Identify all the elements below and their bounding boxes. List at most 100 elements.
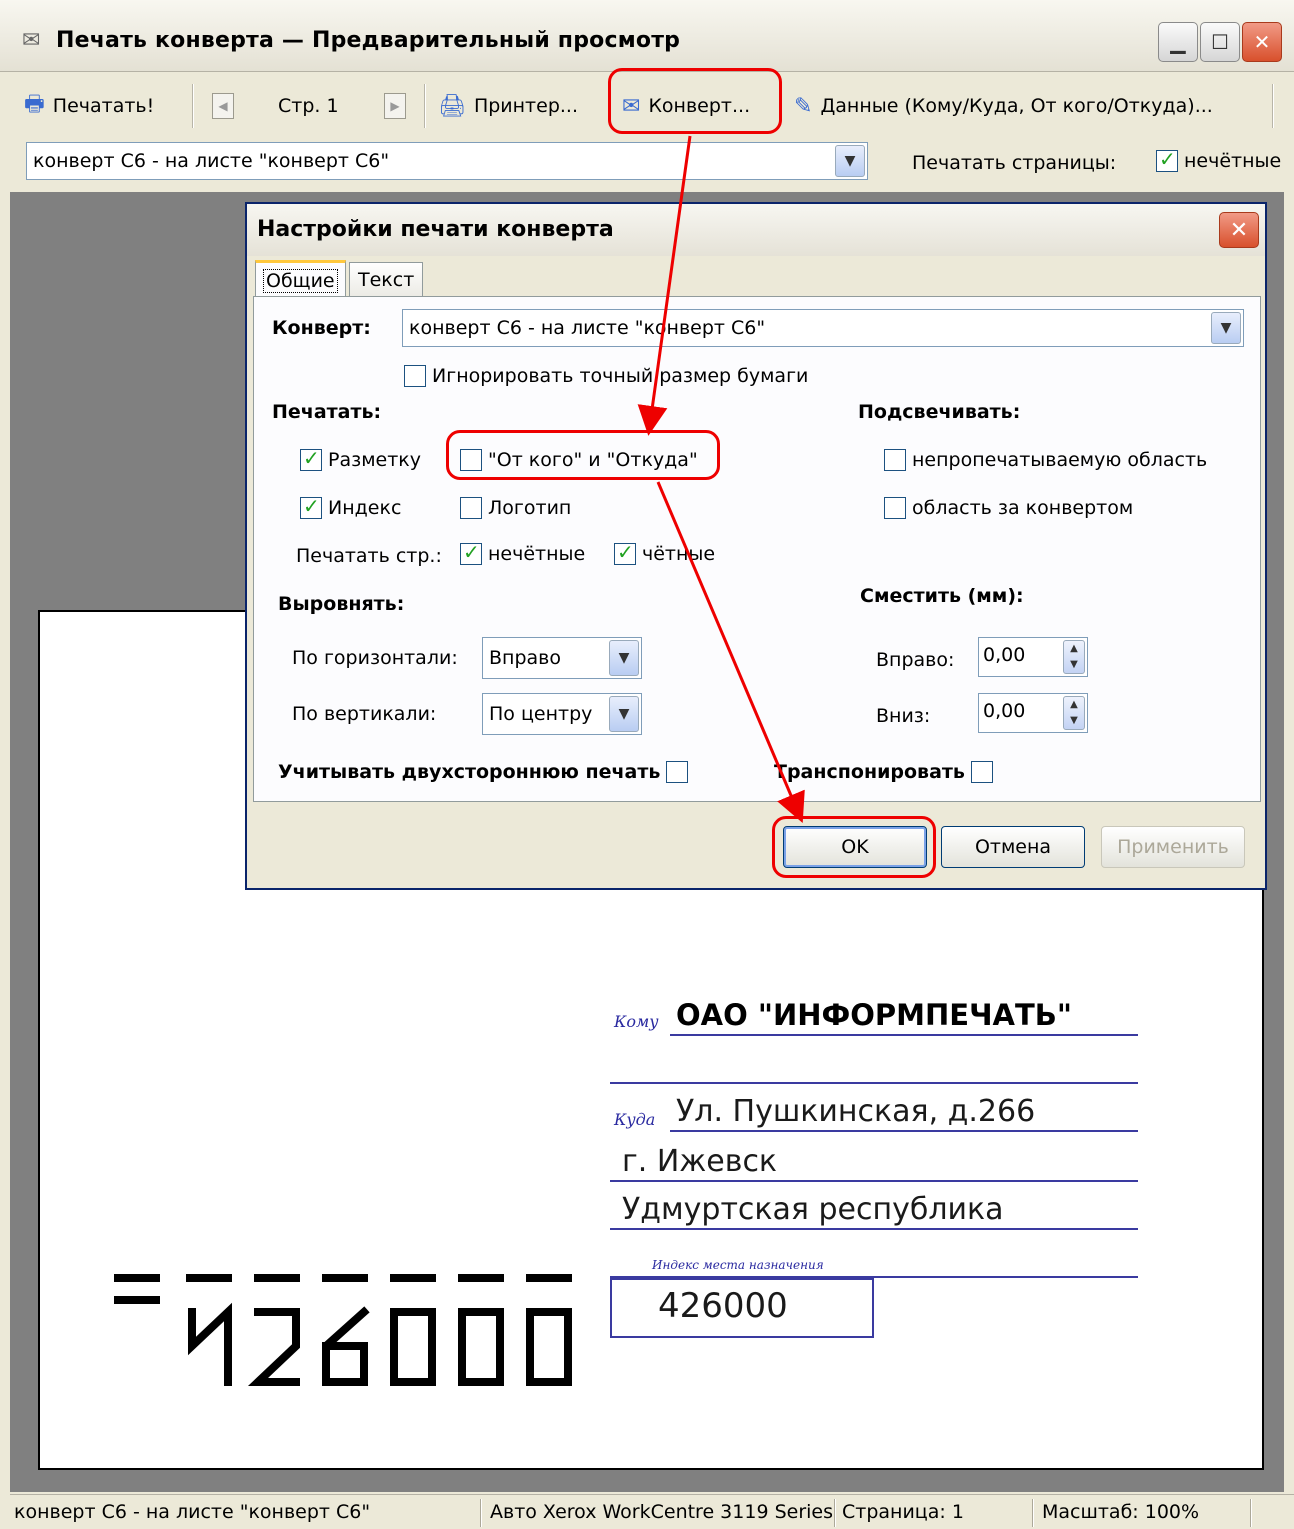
checkbox-checked-icon[interactable]	[460, 540, 482, 565]
ignore-size-checkbox[interactable]: Игнорировать точный размер бумаги	[404, 365, 808, 387]
chevron-down-icon[interactable]: ▼	[609, 696, 639, 732]
align-heading: Выровнять:	[278, 593, 405, 615]
print-pages-label: Печатать страницы:	[912, 152, 1117, 174]
cancel-button[interactable]: Отмена	[941, 826, 1085, 868]
envelope-field-label: Конверт:	[272, 317, 371, 339]
nonprint-checkbox[interactable]: непропечатываемую область	[884, 449, 1207, 471]
checkbox-icon[interactable]	[404, 365, 426, 387]
even-label: чётные	[642, 543, 716, 565]
highlight-heading: Подсвечивать:	[858, 401, 1021, 423]
address-line	[670, 1130, 1138, 1132]
chevron-down-icon[interactable]: ▼	[609, 640, 639, 676]
envelope-selector-row: конверт С6 - на листе "конверт С6" ▼ Печ…	[0, 140, 1294, 190]
horiz-label: По горизонтали:	[292, 647, 458, 669]
markup-checkbox[interactable]: Разметку	[300, 446, 422, 471]
duplex-checkbox[interactable]: Учитывать двухстороннюю печать	[278, 761, 689, 783]
shift-right-input[interactable]: 0,00 ▲ ▼	[978, 637, 1088, 677]
printer-icon: 🖶	[24, 92, 45, 117]
arrow-left-icon: ◀	[212, 93, 234, 119]
vert-select[interactable]: По центру ▼	[482, 693, 642, 735]
minimize-button[interactable]: ▁	[1158, 22, 1198, 62]
annotation-from-highlight	[446, 430, 720, 480]
tab-text-label: Текст	[358, 268, 415, 291]
horiz-value: Вправо	[489, 647, 561, 669]
index-value: 426000	[658, 1286, 788, 1326]
printer-setup-label: Принтер...	[473, 95, 578, 117]
edit-icon: ✎	[794, 93, 813, 119]
address-line	[670, 1034, 1138, 1036]
dialog-odd-checkbox[interactable]: нечётные	[460, 540, 585, 565]
envelope-select[interactable]: конверт С6 - на листе "конверт С6" ▼	[26, 142, 868, 180]
status-separator	[1250, 1499, 1252, 1527]
printer-setup-button[interactable]: 🖨 Принтер...	[438, 86, 578, 126]
shift-right-label: Вправо:	[876, 649, 955, 671]
dialog-envelope-value: конверт С6 - на листе "конверт С6"	[409, 317, 766, 339]
toolbar-separator	[192, 84, 194, 128]
annotation-ok-highlight	[772, 816, 936, 878]
tab-text[interactable]: Текст	[349, 262, 424, 296]
apply-label: Применить	[1117, 836, 1229, 858]
odd-pages-label: нечётные	[1184, 150, 1282, 172]
close-button[interactable]: ✕	[1242, 22, 1282, 62]
envelope-select-value: конверт С6 - на листе "конверт С6"	[33, 150, 390, 172]
odd-pages-checkbox[interactable]: нечётные	[1156, 147, 1282, 172]
shift-down-input[interactable]: 0,00 ▲ ▼	[978, 693, 1088, 733]
printer-setup-icon: 🖨	[438, 93, 466, 119]
index-box: 426000	[610, 1278, 874, 1338]
maximize-button[interactable]: ☐	[1200, 22, 1240, 62]
nonprint-label: непропечатываемую область	[912, 449, 1208, 471]
postal-index-marks	[114, 1274, 572, 1386]
status-separator	[834, 1499, 836, 1527]
outside-checkbox[interactable]: область за конвертом	[884, 497, 1133, 519]
spinner-icon[interactable]: ▲ ▼	[1063, 640, 1085, 674]
apply-button[interactable]: Применить	[1101, 826, 1245, 868]
address-line	[610, 1228, 1138, 1230]
index-checkbox[interactable]: Индекс	[300, 494, 402, 519]
status-page: Страница: 1	[842, 1501, 964, 1523]
chevron-down-icon[interactable]: ▼	[835, 145, 865, 177]
print-heading: Печатать:	[272, 401, 382, 423]
dialog-print-pages-label: Печатать стр.:	[296, 545, 442, 567]
data-button[interactable]: ✎ Данные (Кому/Куда, От кого/Откуда)...	[794, 86, 1213, 126]
status-separator	[1032, 1499, 1034, 1527]
status-zoom: Масштаб: 100%	[1042, 1501, 1200, 1523]
spinner-icon[interactable]: ▲ ▼	[1063, 696, 1085, 730]
checkbox-icon[interactable]	[884, 449, 906, 471]
dialog-envelope-select[interactable]: конверт С6 - на листе "конверт С6" ▼	[402, 309, 1244, 347]
arrow-right-icon: ▶	[384, 93, 406, 119]
checkbox-icon[interactable]	[666, 761, 689, 783]
toolbar-separator	[424, 84, 426, 128]
checkbox-checked-icon[interactable]	[300, 494, 322, 519]
prev-page-button[interactable]: ◀	[212, 86, 234, 126]
next-page-button[interactable]: ▶	[384, 86, 406, 126]
outside-label: область за конвертом	[912, 497, 1134, 519]
general-tab-panel: Конверт: конверт С6 - на листе "конверт …	[253, 296, 1261, 802]
shift-down-value: 0,00	[983, 700, 1026, 722]
dialog-close-button[interactable]: ✕	[1219, 212, 1259, 248]
checkbox-icon[interactable]	[460, 497, 482, 519]
transpose-checkbox[interactable]: Транспонировать	[774, 761, 993, 783]
toolbar-separator	[1272, 84, 1274, 128]
to-value: ОАО "ИНФОРМПЕЧАТЬ"	[676, 998, 1072, 1032]
chevron-down-icon[interactable]: ▼	[1211, 312, 1241, 344]
data-button-label: Данные (Кому/Куда, От кого/Откуда)...	[820, 95, 1213, 117]
checkbox-checked-icon[interactable]	[300, 446, 322, 471]
markup-label: Разметку	[328, 449, 422, 471]
vert-label: По вертикали:	[292, 703, 437, 725]
postal-index-code	[114, 1274, 572, 1386]
even-checkbox[interactable]: чётные	[614, 540, 716, 565]
index-label: Индекс	[328, 497, 402, 519]
checkbox-icon[interactable]	[970, 761, 993, 783]
annotation-envelope-highlight	[608, 68, 782, 134]
print-button[interactable]: 🖶 Печатать!	[24, 86, 154, 126]
horiz-select[interactable]: Вправо ▼	[482, 637, 642, 679]
checkbox-icon[interactable]	[884, 497, 906, 519]
app-icon: ✉	[22, 28, 41, 53]
checkbox-checked-icon[interactable]	[1156, 147, 1178, 172]
tab-general[interactable]: Общие	[255, 260, 346, 298]
address-line-3: Удмуртская республика	[622, 1192, 1004, 1227]
logo-checkbox[interactable]: Логотип	[460, 497, 571, 519]
address-line	[610, 1180, 1138, 1182]
shift-down-label: Вниз:	[876, 705, 931, 727]
checkbox-checked-icon[interactable]	[614, 540, 636, 565]
